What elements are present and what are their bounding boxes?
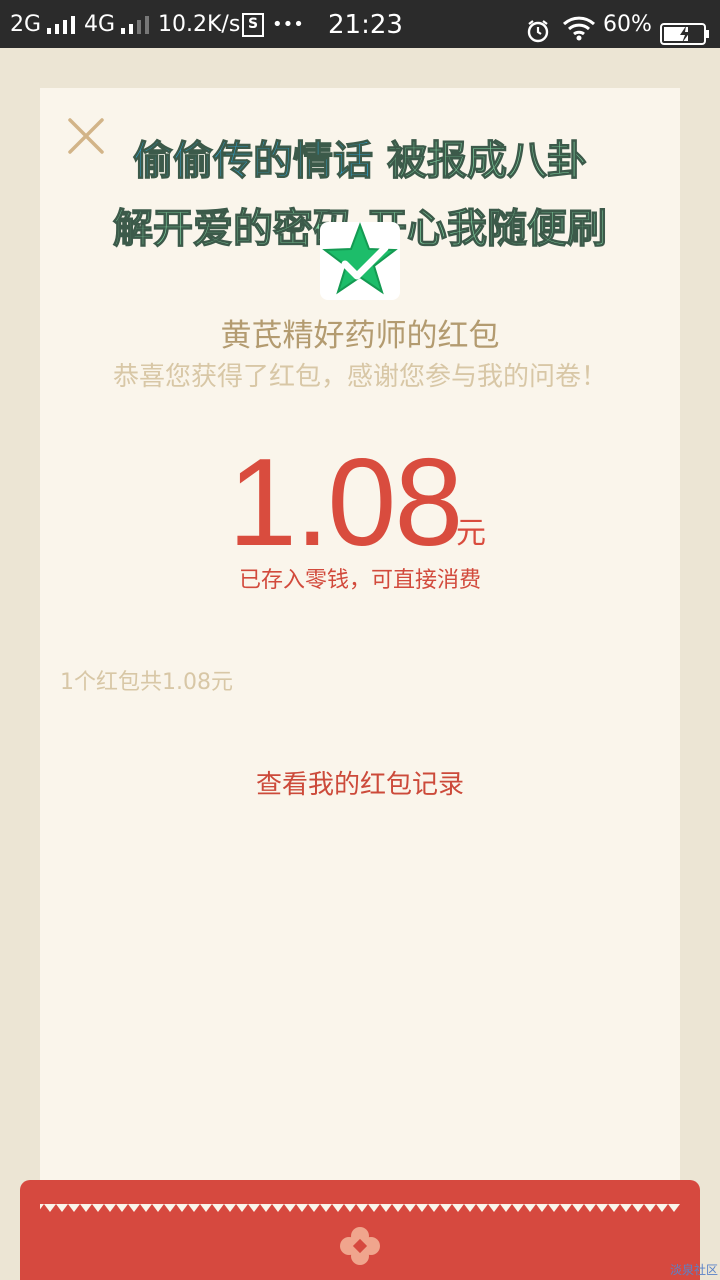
signal-icon-2 [121,16,151,34]
alarm-icon [526,12,550,43]
net1-label: 2G [10,12,42,37]
watermark: 淡泉社区 [669,1263,718,1277]
amount-unit: 元 [456,516,486,551]
network-indicator-2: 4G [84,0,151,48]
lyric-banner-line-1: 偷偷传的情话 被报成八卦 [0,128,720,186]
network-indicator: 2G [10,0,77,48]
net2-label: 4G [84,12,116,37]
s-app-icon: S [242,13,264,37]
lyric-part-2: 被报成八卦 [386,137,587,184]
status-bar: 2G 4G 10.2K/s S ••• 21:23 60% [0,0,720,48]
flower-icon [338,1226,382,1266]
amount-value: 1.08 [228,434,463,572]
star-check-icon [320,222,400,300]
more-icon: ••• [272,14,304,35]
deposit-note: 已存入零钱，可直接消费 [238,568,481,593]
view-records-link[interactable]: 查看我的红包记录 [0,764,720,801]
net-speed: 10.2K/s [158,12,241,37]
packet-summary: 1个红包共1.08元 [60,670,233,695]
zigzag-edge [40,1204,680,1212]
battery-icon [660,14,710,45]
greeting-text: 恭喜您获得了红包，感谢您参与我的问卷！ [112,362,607,392]
wifi-icon [562,10,596,41]
sender-name: 黄芪精好药师的红包 [220,318,500,354]
lyric-part-1: 偷偷传的情话 [132,137,373,184]
signal-icon [47,16,77,34]
clock: 21:23 [328,10,403,40]
battery-percent: 60% [603,12,652,37]
